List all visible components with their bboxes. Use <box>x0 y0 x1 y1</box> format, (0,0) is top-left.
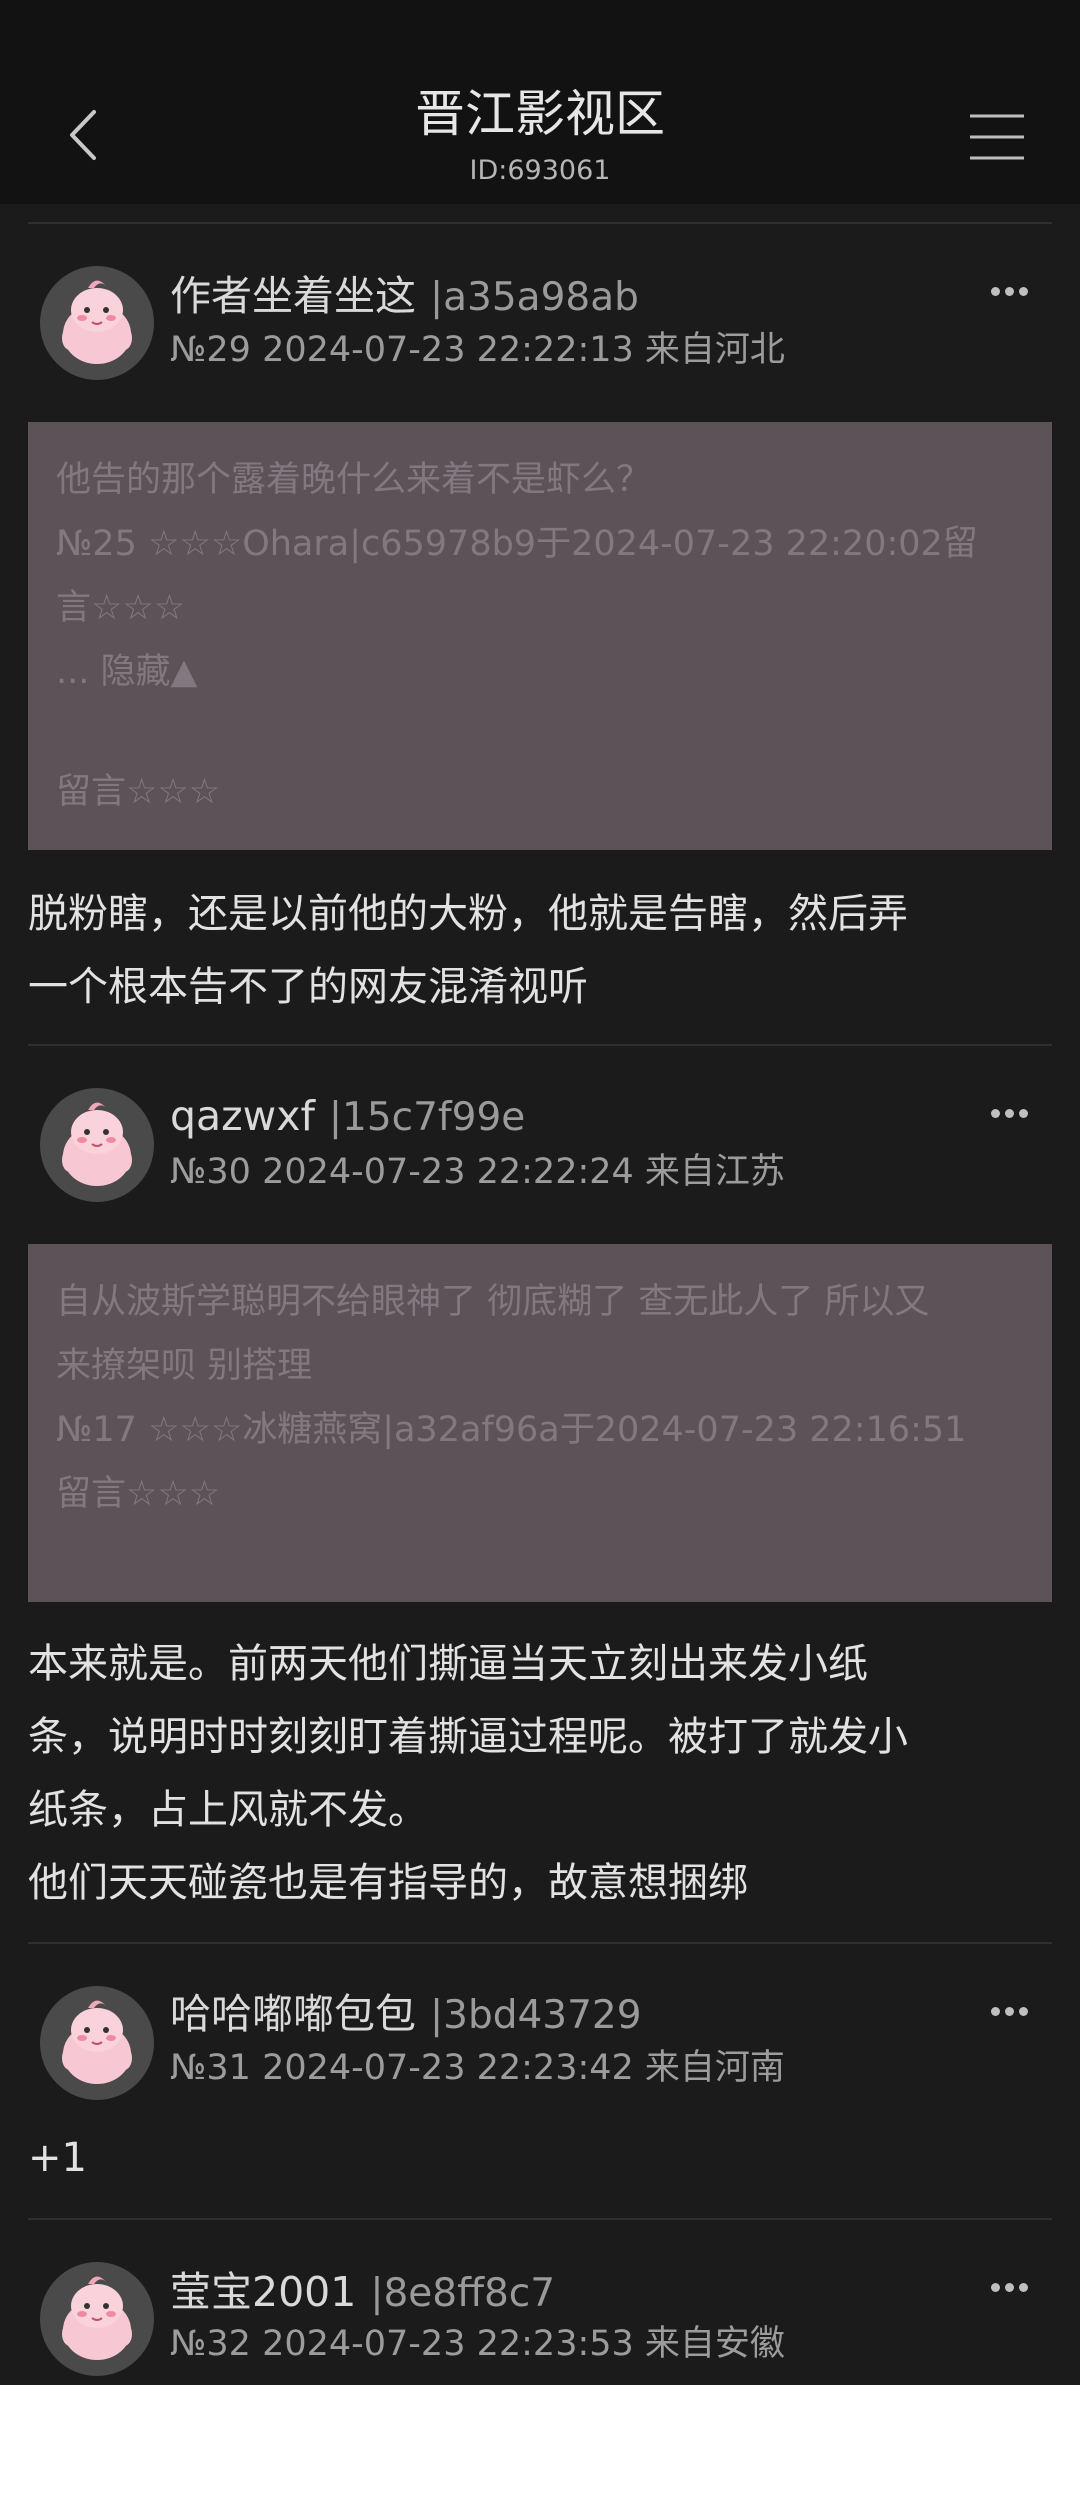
bottom-area <box>0 2385 1080 2520</box>
quote-line: 言☆☆☆ <box>56 588 186 628</box>
avatar[interactable] <box>40 266 154 380</box>
dot <box>1005 287 1014 296</box>
cartoon-avatar-icon <box>40 266 154 380</box>
quote-block: 自从波斯学聪明不给眼神了 彻底糊了 查无此人了 所以又 来撩架呗 别搭理 №17… <box>28 1244 1052 1602</box>
dot <box>991 2283 1000 2292</box>
dot <box>991 1109 1000 1118</box>
author-name: 莹宝2001 <box>170 2268 357 2316</box>
author-uid: |3bd43729 <box>430 1993 642 2038</box>
post-content: 脱粉瞎，还是以前他的大粉，他就是告瞎，然后弄 一个根本告不了的网友混淆视听 <box>28 878 1058 1024</box>
content-line: 他们天天碰瓷也是有指导的，故意想捆绑 <box>28 1860 748 1906</box>
quote-line: 自从波斯学聪明不给眼神了 彻底糊了 查无此人了 所以又 <box>56 1282 930 1322</box>
author-name: qazwxf <box>170 1092 315 1140</box>
content-line: 脱粉瞎，还是以前他的大粉，他就是告瞎，然后弄 <box>28 891 908 937</box>
menu-button[interactable] <box>962 110 1032 164</box>
post-content: 本来就是。前两天他们撕逼当天立刻出来发小纸 条，说明时时刻刻盯着撕逼过程呢。被打… <box>28 1628 1058 1920</box>
app-screen: 晋江影视区 ID:693061 作者坐着坐这 |a35a98ab №29 2024… <box>0 0 1080 2385</box>
dot <box>1005 2283 1014 2292</box>
more-options-button[interactable] <box>985 1996 1035 2026</box>
more-options-button[interactable] <box>985 1098 1035 1128</box>
quote-toggle-hide[interactable]: ... 隐藏▲ <box>56 640 1024 704</box>
divider <box>28 1044 1052 1046</box>
dot <box>991 287 1000 296</box>
more-options-button[interactable] <box>985 276 1035 306</box>
avatar[interactable] <box>40 1088 154 1202</box>
dot <box>1005 1109 1014 1118</box>
cartoon-avatar-icon <box>40 1088 154 1202</box>
quote-line: 留言☆☆☆ <box>56 772 221 812</box>
dot <box>1005 2007 1014 2016</box>
author-name: 哈哈嘟嘟包包 <box>170 1990 416 2038</box>
content-line: 一个根本告不了的网友混淆视听 <box>28 964 588 1010</box>
avatar[interactable] <box>40 2262 154 2376</box>
quote-line: №25 ☆☆☆Ohara|c65978b9于2024-07-23 22:20:0… <box>56 524 978 564</box>
post-author[interactable]: qazwxf |15c7f99e <box>170 1090 525 1144</box>
cartoon-avatar-icon <box>40 2262 154 2376</box>
content-line: +1 <box>28 2135 87 2181</box>
author-uid: |15c7f99e <box>328 1095 526 1140</box>
content-line: 条，说明时时刻刻盯着撕逼过程呢。被打了就发小 <box>28 1714 908 1760</box>
content-line: 纸条，占上风就不发。 <box>28 1787 428 1833</box>
post-meta: №29 2024-07-23 22:22:13 来自河北 <box>170 330 785 370</box>
board-id: ID:693061 <box>469 155 611 186</box>
post-author[interactable]: 莹宝2001 |8e8ff8c7 <box>170 2266 555 2320</box>
hamburger-menu-icon <box>970 114 1024 160</box>
author-uid: |8e8ff8c7 <box>370 2271 556 2316</box>
dot <box>1019 2007 1028 2016</box>
quote-block: 他告的那个露着晚什么来着不是虾么？ №25 ☆☆☆Ohara|c65978b9于… <box>28 422 1052 850</box>
quote-line <box>56 704 1024 760</box>
top-nav-bar: 晋江影视区 ID:693061 <box>0 62 1080 204</box>
status-bar <box>0 0 1080 62</box>
quote-line: 他告的那个露着晚什么来着不是虾么？ <box>56 460 652 500</box>
content-line: 本来就是。前两天他们撕逼当天立刻出来发小纸 <box>28 1641 868 1687</box>
author-name: 作者坐着坐这 <box>170 272 416 320</box>
post-content: +1 <box>28 2122 1058 2195</box>
divider <box>28 222 1052 224</box>
post-meta: №32 2024-07-23 22:23:53 来自安徽 <box>170 2324 785 2364</box>
post-author[interactable]: 哈哈嘟嘟包包 |3bd43729 <box>170 1988 642 2042</box>
divider <box>28 1942 1052 1944</box>
cartoon-avatar-icon <box>40 1986 154 2100</box>
dot <box>991 2007 1000 2016</box>
dot <box>1019 1109 1028 1118</box>
author-uid: |a35a98ab <box>430 275 639 320</box>
quote-line: 来撩架呗 别搭理 <box>56 1346 313 1386</box>
post-meta: №30 2024-07-23 22:22:24 来自江苏 <box>170 1152 785 1192</box>
dot <box>1019 287 1028 296</box>
quote-line: 留言☆☆☆ <box>56 1474 221 1514</box>
quote-line: №17 ☆☆☆冰糖燕窝|a32af96a于2024-07-23 22:16:51 <box>56 1410 967 1450</box>
avatar[interactable] <box>40 1986 154 2100</box>
post-meta: №31 2024-07-23 22:23:42 来自河南 <box>170 2048 785 2088</box>
divider <box>28 2218 1052 2220</box>
more-options-button[interactable] <box>985 2272 1035 2302</box>
page-title: 晋江影视区 <box>415 85 665 143</box>
dot <box>1019 2283 1028 2292</box>
post-author[interactable]: 作者坐着坐这 |a35a98ab <box>170 270 639 324</box>
